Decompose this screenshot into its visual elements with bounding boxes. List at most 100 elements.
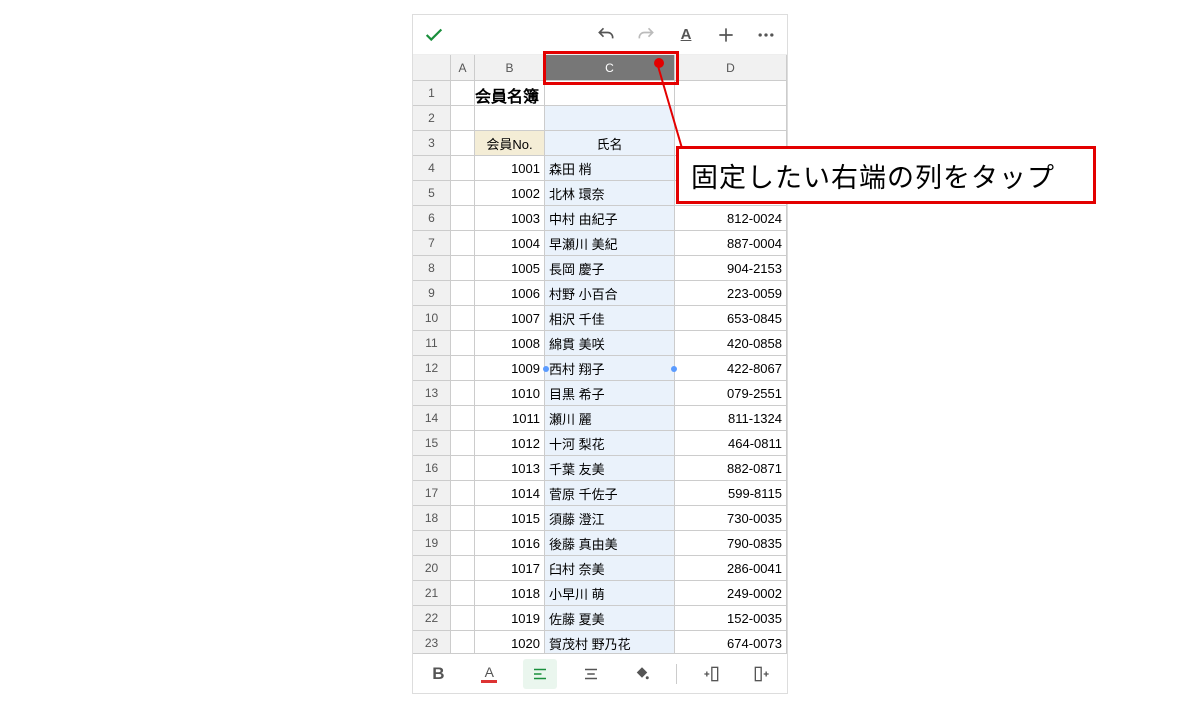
cell[interactable] [451, 456, 475, 481]
cell[interactable]: 1003 [475, 206, 545, 231]
cell[interactable]: 1011 [475, 406, 545, 431]
cell[interactable]: 佐藤 夏美 [545, 606, 675, 631]
cell[interactable]: 1010 [475, 381, 545, 406]
cell[interactable]: 会員No. [475, 131, 545, 156]
cell[interactable]: 1006 [475, 281, 545, 306]
cell[interactable] [451, 256, 475, 281]
cell[interactable]: 中村 由紀子 [545, 206, 675, 231]
cell[interactable] [675, 106, 787, 131]
cell[interactable] [451, 281, 475, 306]
row-header[interactable]: 2 [413, 106, 451, 131]
cell[interactable] [451, 231, 475, 256]
cell[interactable]: 1015 [475, 506, 545, 531]
cell[interactable]: 674-0073 [675, 631, 787, 653]
cell[interactable] [545, 81, 675, 106]
confirm-checkmark-icon[interactable] [423, 24, 445, 46]
cell[interactable]: 882-0871 [675, 456, 787, 481]
row-header[interactable]: 21 [413, 581, 451, 606]
cell[interactable]: 812-0024 [675, 206, 787, 231]
bold-icon[interactable]: B [421, 659, 455, 689]
row-header[interactable]: 8 [413, 256, 451, 281]
row-header[interactable]: 16 [413, 456, 451, 481]
row-header[interactable]: 9 [413, 281, 451, 306]
cell[interactable]: 瀬川 麗 [545, 406, 675, 431]
selection-handle-icon[interactable] [543, 366, 549, 372]
cell[interactable]: 氏名 [545, 131, 675, 156]
row-header[interactable]: 22 [413, 606, 451, 631]
row-header[interactable]: 11 [413, 331, 451, 356]
cell[interactable]: 1002 [475, 181, 545, 206]
row-header[interactable]: 3 [413, 131, 451, 156]
cell[interactable] [675, 81, 787, 106]
insert-right-icon[interactable] [745, 659, 779, 689]
cell[interactable]: 相沢 千佳 [545, 306, 675, 331]
cell[interactable] [451, 431, 475, 456]
row-header[interactable]: 19 [413, 531, 451, 556]
cell[interactable]: 1013 [475, 456, 545, 481]
cell[interactable] [475, 106, 545, 131]
row-header[interactable]: 12 [413, 356, 451, 381]
cell[interactable]: 森田 梢 [545, 156, 675, 181]
row-header[interactable]: 4 [413, 156, 451, 181]
cell[interactable]: 目黒 希子 [545, 381, 675, 406]
cell[interactable]: 1004 [475, 231, 545, 256]
cell[interactable]: 1018 [475, 581, 545, 606]
col-header-a[interactable]: A [451, 55, 475, 80]
align-center-icon[interactable] [574, 659, 608, 689]
cell[interactable]: 286-0041 [675, 556, 787, 581]
row-header[interactable]: 6 [413, 206, 451, 231]
cell[interactable] [451, 156, 475, 181]
row-header[interactable]: 17 [413, 481, 451, 506]
redo-icon[interactable] [635, 24, 657, 46]
cell[interactable]: 綿貫 美咲 [545, 331, 675, 356]
cell[interactable] [451, 481, 475, 506]
row-header[interactable]: 15 [413, 431, 451, 456]
cell[interactable]: 西村 翔子 [545, 356, 675, 381]
cell[interactable]: 1007 [475, 306, 545, 331]
cell[interactable]: 811-1324 [675, 406, 787, 431]
cell[interactable] [451, 406, 475, 431]
row-header[interactable]: 10 [413, 306, 451, 331]
cell[interactable] [451, 531, 475, 556]
cell[interactable]: 1009 [475, 356, 545, 381]
cell[interactable]: 464-0811 [675, 431, 787, 456]
cell[interactable] [451, 631, 475, 653]
cell[interactable] [451, 106, 475, 131]
cell[interactable]: 1012 [475, 431, 545, 456]
cell[interactable]: 菅原 千佐子 [545, 481, 675, 506]
cell[interactable]: 249-0002 [675, 581, 787, 606]
cell[interactable]: 599-8115 [675, 481, 787, 506]
cell[interactable] [545, 106, 675, 131]
cell[interactable]: 臼村 奈美 [545, 556, 675, 581]
cell[interactable] [451, 306, 475, 331]
cell[interactable]: 長岡 慶子 [545, 256, 675, 281]
cell[interactable]: 887-0004 [675, 231, 787, 256]
cell[interactable]: 北林 環奈 [545, 181, 675, 206]
cell[interactable]: 653-0845 [675, 306, 787, 331]
fill-color-icon[interactable] [625, 659, 659, 689]
cell[interactable]: 1008 [475, 331, 545, 356]
cell[interactable]: 後藤 真由美 [545, 531, 675, 556]
cell[interactable]: 790-0835 [675, 531, 787, 556]
cell[interactable]: 1017 [475, 556, 545, 581]
row-header[interactable]: 5 [413, 181, 451, 206]
cell[interactable] [451, 606, 475, 631]
insert-left-icon[interactable] [694, 659, 728, 689]
row-header[interactable]: 18 [413, 506, 451, 531]
row-header[interactable]: 1 [413, 81, 451, 106]
cell[interactable]: 千葉 友美 [545, 456, 675, 481]
undo-icon[interactable] [595, 24, 617, 46]
row-header[interactable]: 13 [413, 381, 451, 406]
cell[interactable] [451, 556, 475, 581]
cell[interactable] [451, 506, 475, 531]
cell[interactable]: 村野 小百合 [545, 281, 675, 306]
cell[interactable]: 1001 [475, 156, 545, 181]
font-color-icon[interactable]: A [472, 659, 506, 689]
selection-handle-icon[interactable] [671, 366, 677, 372]
cell[interactable]: 1014 [475, 481, 545, 506]
cell[interactable]: 420-0858 [675, 331, 787, 356]
cell[interactable] [451, 81, 475, 106]
plus-icon[interactable] [715, 24, 737, 46]
align-left-icon[interactable] [523, 659, 557, 689]
cell[interactable]: 730-0035 [675, 506, 787, 531]
